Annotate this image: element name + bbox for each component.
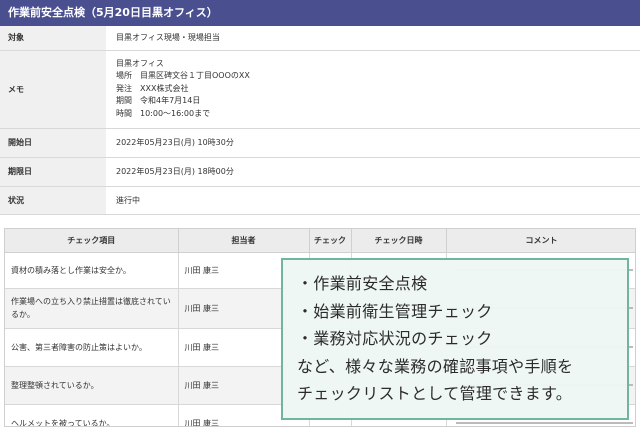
check-item: ヘルメットを被っているか。: [5, 404, 179, 426]
checklist-header-row: チェック項目 担当者 チェック チェック日時 コメント: [5, 229, 635, 253]
col-header-comment: コメント: [446, 229, 635, 253]
col-header-check: チェック: [309, 229, 352, 253]
deadline-label: 期限日: [0, 157, 106, 187]
info-row-target: 対象 目黒オフィス現場・現場担当: [0, 26, 640, 51]
col-header-item: チェック項目: [5, 229, 179, 253]
info-row-memo: メモ 目黒オフィス 場所 目黒区碑文谷１丁目OOOのXX 発注 XXX株式会社 …: [0, 50, 640, 129]
memo-line: 期間 令和4年7月14日: [116, 96, 201, 106]
memo-line: 発注 XXX株式会社: [116, 83, 189, 93]
memo-line: 目黒オフィス: [116, 58, 164, 68]
status-label: 状況: [0, 186, 106, 215]
callout-line: チェックリストとして管理できます。: [297, 384, 573, 403]
start-value: 2022年05月23日(月) 10時30分: [106, 128, 640, 158]
status-value: 進行中: [106, 186, 640, 215]
info-table: 対象 目黒オフィス現場・現場担当 メモ 目黒オフィス 場所 目黒区碑文谷１丁目O…: [0, 26, 640, 215]
callout-line: ・業務対応状況のチェック: [297, 329, 493, 348]
info-row-status: 状況 進行中: [0, 186, 640, 215]
check-item: 公害、第三者障害の防止策はよいか。: [5, 328, 179, 367]
memo-line: 時間 10:00～16:00まで: [116, 108, 211, 118]
col-header-owner: 担当者: [178, 229, 310, 253]
start-label: 開始日: [0, 128, 106, 158]
check-item: 資材の積み落とし作業は安全か。: [5, 252, 179, 289]
deadline-value: 2022年05月23日(月) 18時00分: [106, 157, 640, 187]
page-title: 作業前安全点検（5月20日目黒オフィス）: [0, 0, 640, 26]
check-item: 作業場への立ち入り禁止措置は徹底されているか。: [5, 288, 179, 329]
info-row-deadline: 期限日 2022年05月23日(月) 18時00分: [0, 157, 640, 187]
callout-line: ・作業前安全点検: [297, 274, 428, 293]
comment-input[interactable]: [456, 422, 633, 424]
memo-line: 場所 目黒区碑文谷１丁目OOOのXX: [116, 71, 250, 81]
feature-callout: ・作業前安全点検 ・始業前衛生管理チェック ・業務対応状況のチェック など、様々…: [281, 258, 629, 420]
target-value: 目黒オフィス現場・現場担当: [106, 26, 640, 51]
target-label: 対象: [0, 26, 106, 51]
callout-line: ・始業前衛生管理チェック: [297, 301, 493, 321]
callout-line: など、様々な業務の確認事項や手順を: [297, 356, 574, 376]
col-header-date: チェック日時: [351, 229, 447, 253]
check-item: 整理整頓されているか。: [5, 366, 179, 405]
memo-label: メモ: [0, 50, 106, 129]
memo-value: 目黒オフィス 場所 目黒区碑文谷１丁目OOOのXX 発注 XXX株式会社 期間 …: [106, 50, 640, 129]
info-row-start: 開始日 2022年05月23日(月) 10時30分: [0, 128, 640, 158]
